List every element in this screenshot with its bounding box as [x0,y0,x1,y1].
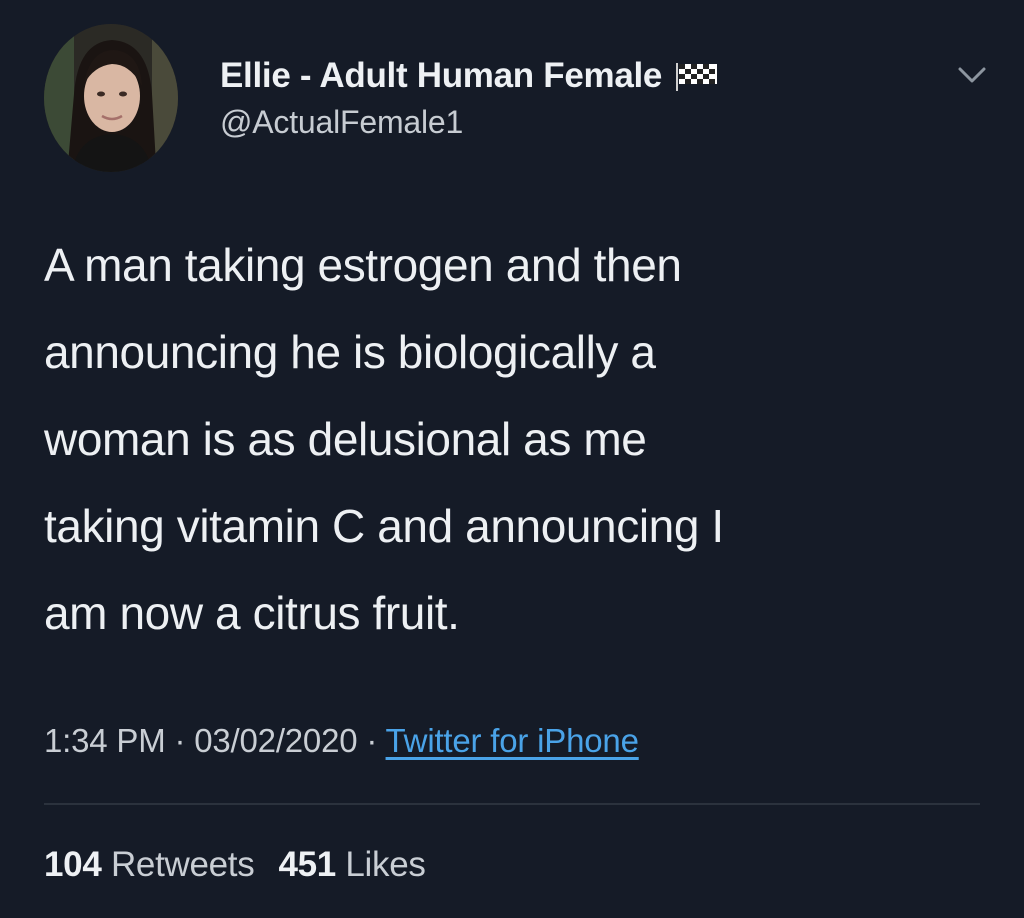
retweets-label: Retweets [110,845,255,884]
checkered-flag-icon [674,61,720,91]
tweet-meta: 1:34 PM · 03/02/2020 · Twitter for iPhon… [44,722,639,760]
tweet-text: A man taking estrogen and then announcin… [44,239,724,639]
tweet-date: 03/02/2020 [194,722,358,759]
likes-stat[interactable]: 451 Likes [278,845,425,884]
avatar-image [44,24,178,172]
meta-separator: · [174,722,186,759]
retweets-stat[interactable]: 104 Retweets [44,845,255,884]
user-names: Ellie - Adult Human Female @ActualFemale… [220,56,720,141]
tweet-header: Ellie - Adult Human Female @ActualFemale… [44,20,996,180]
likes-label: Likes [345,845,426,884]
divider [44,803,980,805]
meta-separator: · [366,722,378,759]
tweet-source-link[interactable]: Twitter for iPhone [386,722,639,759]
display-name[interactable]: Ellie - Adult Human Female [220,56,662,96]
avatar[interactable] [44,24,178,172]
likes-count: 451 [278,845,336,884]
chevron-down-icon[interactable] [952,60,992,90]
tweet-time: 1:34 PM [44,722,166,759]
user-handle[interactable]: @ActualFemale1 [220,104,720,141]
display-name-row: Ellie - Adult Human Female [220,56,720,96]
retweets-count: 104 [44,845,102,884]
tweet-card: Ellie - Adult Human Female @ActualFemale… [0,0,1024,918]
tweet-stats: 104 Retweets 451 Likes [44,845,426,885]
